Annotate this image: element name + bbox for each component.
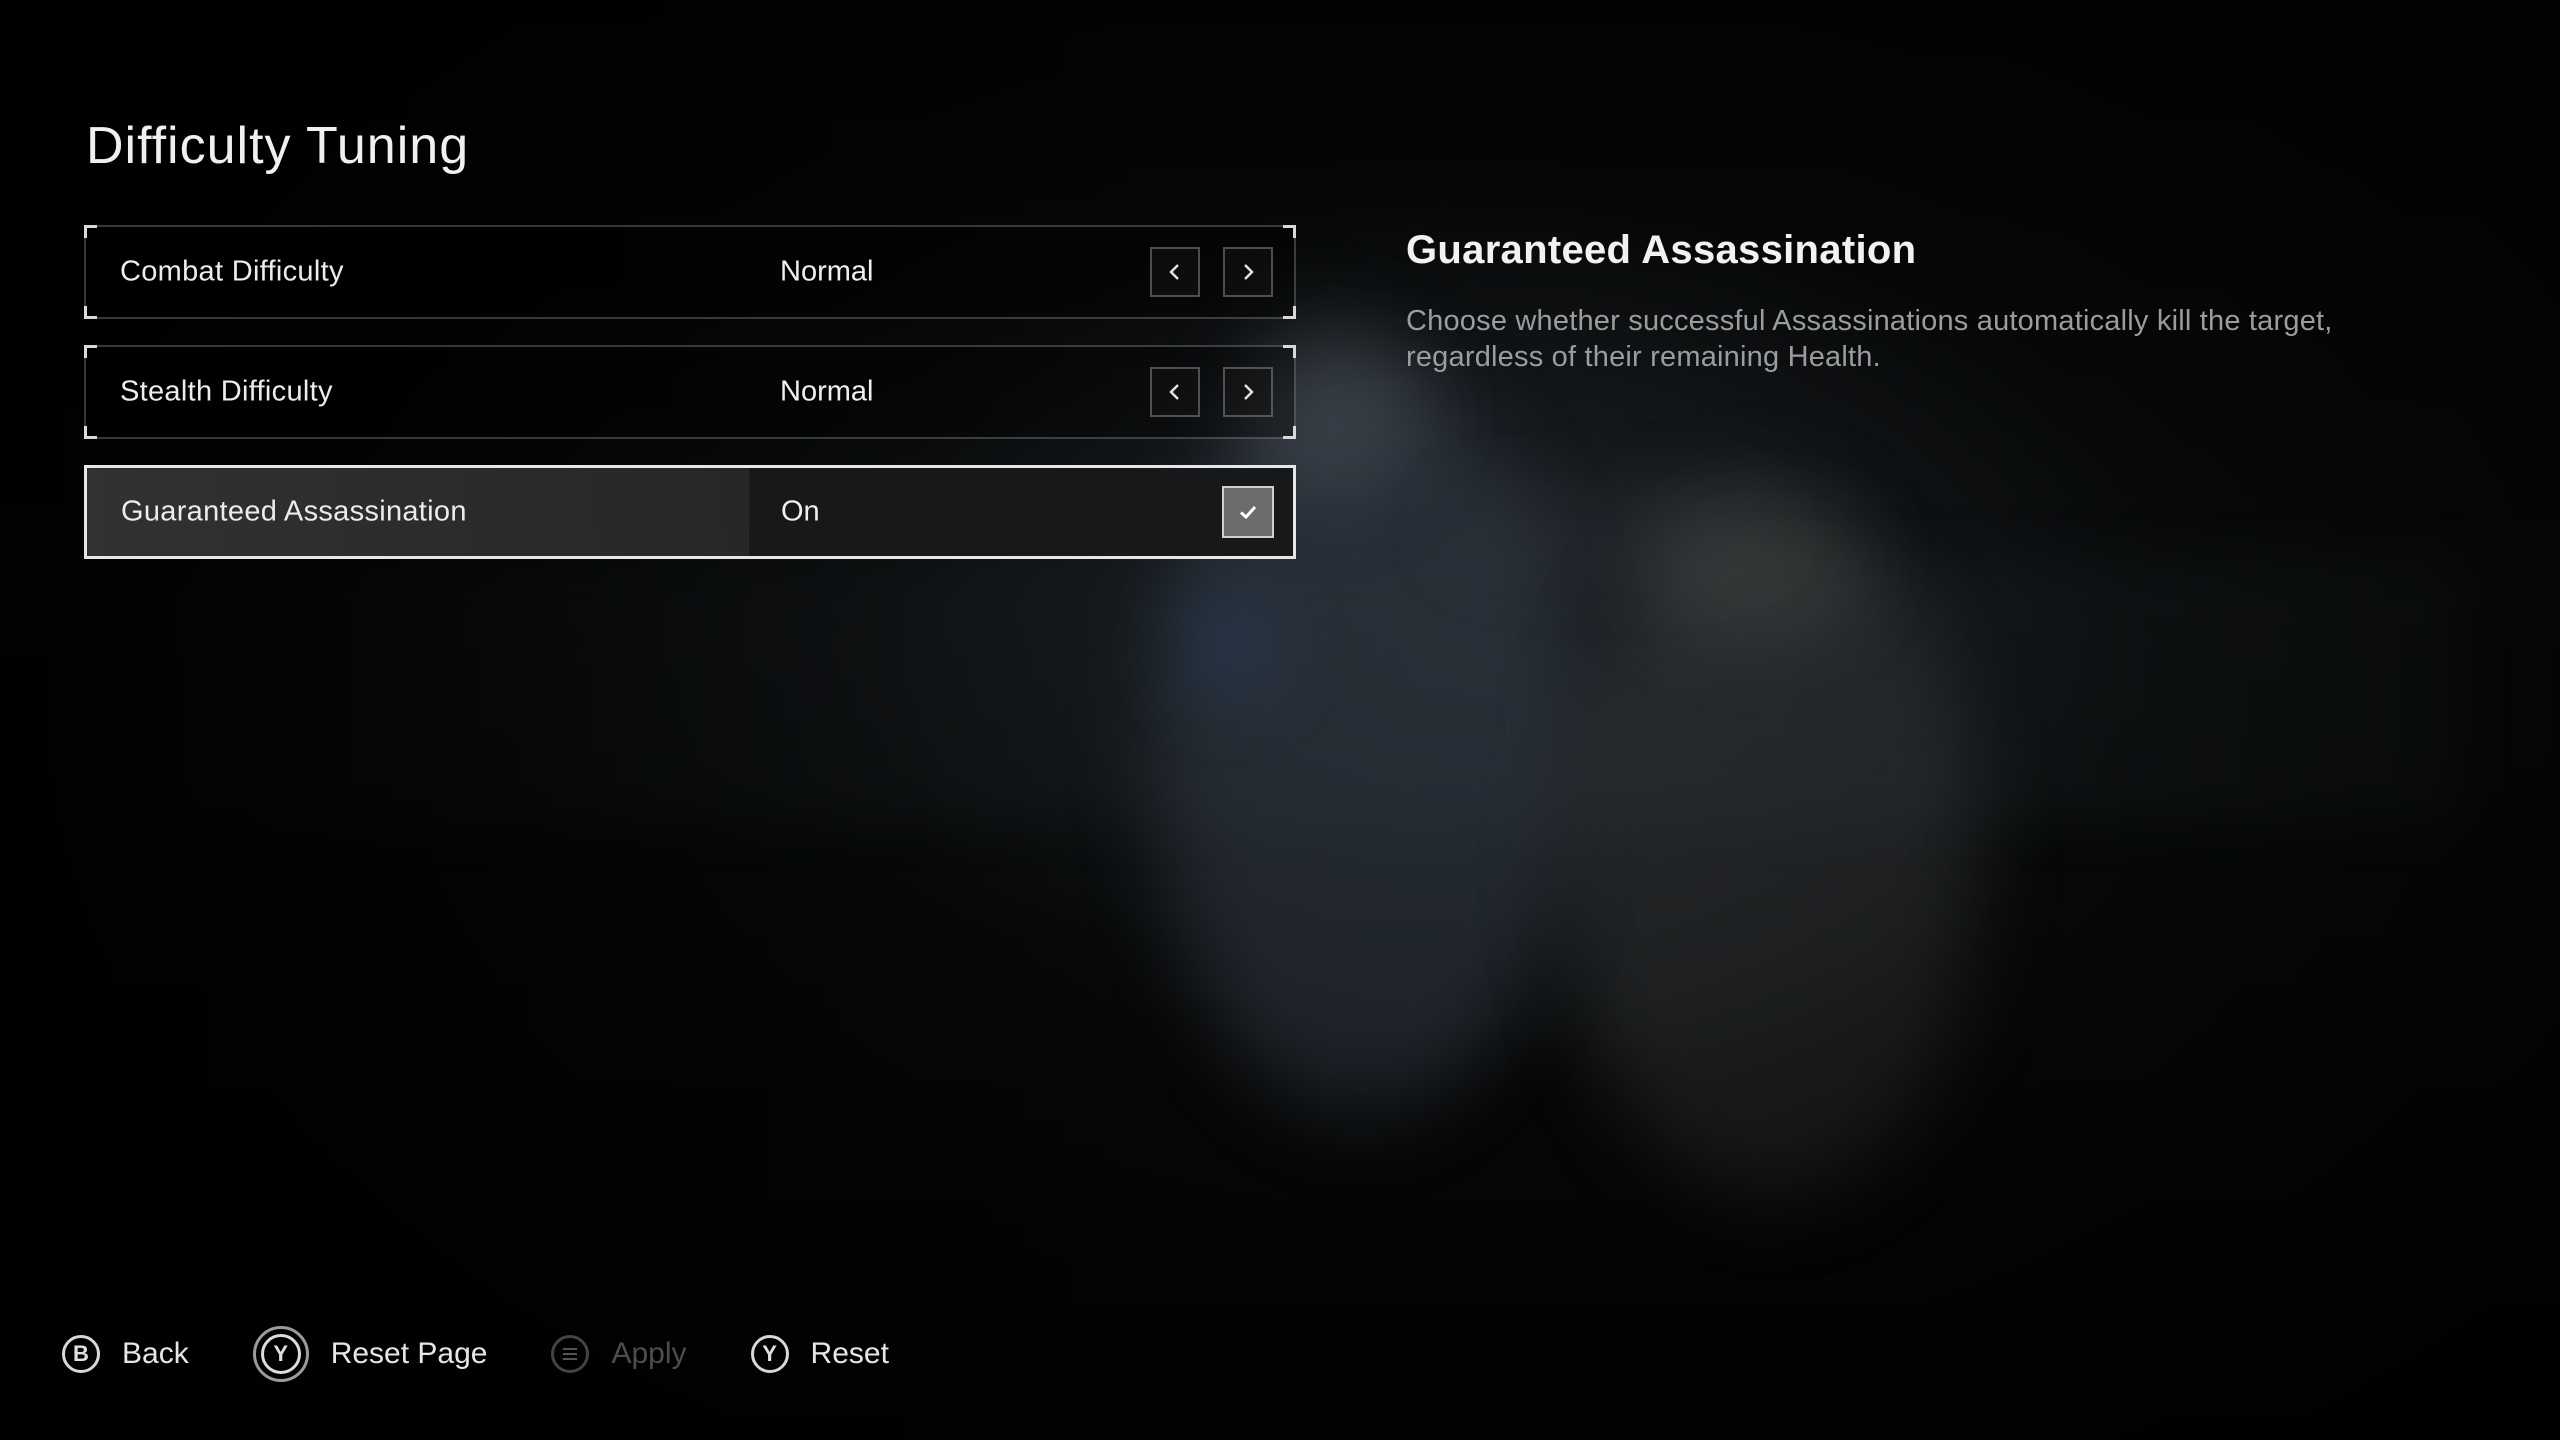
chevron-left-icon [1169, 384, 1179, 400]
value-area [749, 468, 1293, 556]
setting-row-combat-difficulty[interactable]: Combat Difficulty Normal [84, 225, 1296, 319]
setting-value: Normal [780, 375, 874, 408]
setting-value: Normal [780, 255, 874, 288]
y-button-hold-icon: Y [252, 1326, 309, 1382]
menu-button-icon [551, 1335, 590, 1373]
setting-row-guaranteed-assassination[interactable]: Guaranteed Assassination On [84, 465, 1296, 559]
setting-label: Combat Difficulty [120, 255, 344, 288]
chevron-right-icon [1244, 264, 1254, 280]
setting-label: Guaranteed Assassination [121, 495, 467, 528]
corner-accent [1283, 225, 1296, 238]
back-label: Back [122, 1337, 189, 1370]
setting-value: On [781, 495, 820, 528]
next-option-button[interactable] [1223, 367, 1273, 417]
previous-option-button[interactable] [1150, 367, 1200, 417]
description-title: Guaranteed Assassination [1406, 228, 1917, 272]
previous-option-button[interactable] [1150, 247, 1200, 297]
page-title: Difficulty Tuning [86, 117, 470, 175]
footer-button-prompts: B Back Y Reset Page Apply Y Reset [62, 1326, 953, 1382]
reset-page-button[interactable]: Y Reset Page [252, 1326, 488, 1382]
vignette-overlay [0, 0, 2560, 1440]
description-body: Choose whether successful Assassinations… [1406, 305, 2333, 373]
check-icon [1239, 505, 1257, 520]
description-panel: Guaranteed Assassination Choose whether … [1406, 228, 2406, 375]
setting-label: Stealth Difficulty [120, 375, 333, 408]
next-option-button[interactable] [1223, 247, 1273, 297]
chevron-right-icon [1244, 384, 1254, 400]
setting-row-stealth-difficulty[interactable]: Stealth Difficulty Normal [84, 345, 1296, 439]
chevron-left-icon [1169, 264, 1179, 280]
reset-button[interactable]: Y Reset [750, 1335, 889, 1373]
b-button-icon: B [62, 1335, 100, 1373]
guaranteed-assassination-checkbox[interactable] [1222, 486, 1274, 538]
corner-accent [1283, 345, 1296, 358]
menu-lines-icon [563, 1348, 578, 1360]
apply-label: Apply [611, 1337, 687, 1370]
corner-accent [84, 306, 97, 319]
reset-page-label: Reset Page [330, 1337, 488, 1370]
y-button-icon: Y [750, 1335, 789, 1373]
back-button[interactable]: B Back [62, 1335, 189, 1373]
reset-label: Reset [810, 1337, 889, 1370]
corner-accent [84, 426, 97, 439]
y-button-glyph: Y [273, 1341, 289, 1366]
apply-button[interactable]: Apply [551, 1335, 687, 1373]
settings-list: Combat Difficulty Normal Stealth Difficu… [84, 225, 1296, 585]
